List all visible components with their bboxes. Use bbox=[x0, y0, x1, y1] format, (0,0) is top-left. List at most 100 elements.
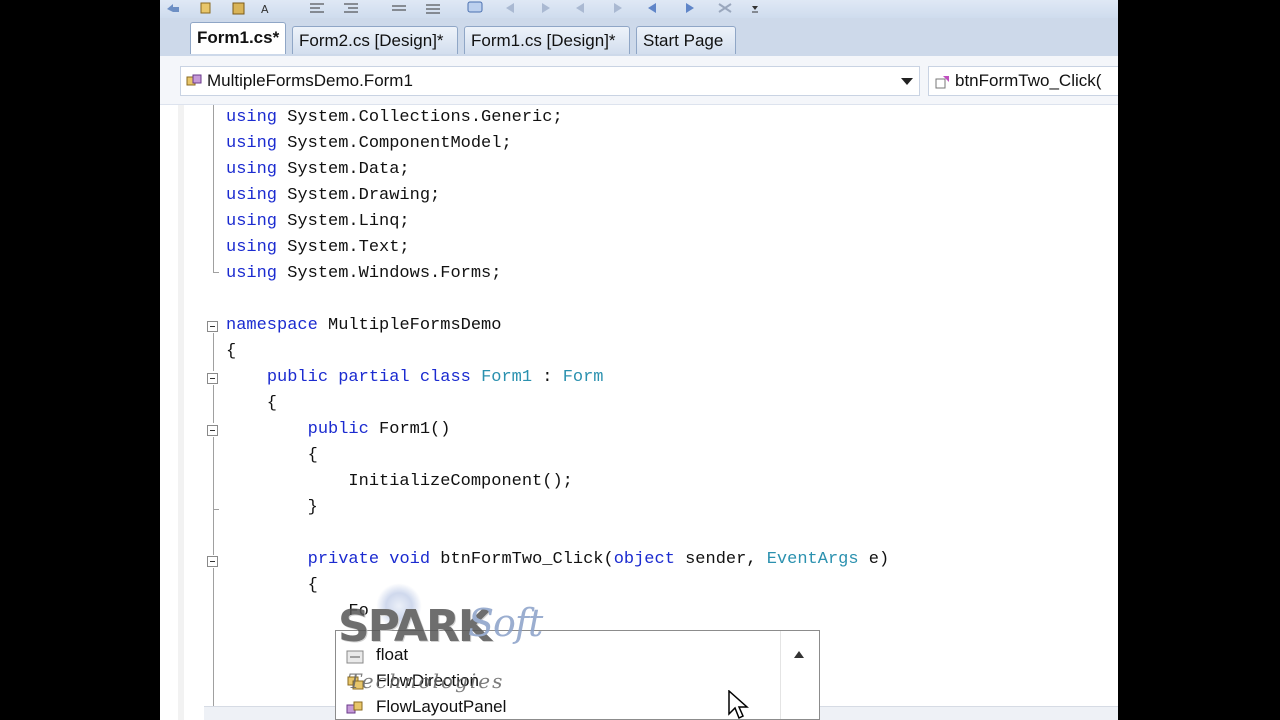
watermark-logo: SPARK Soft Technologies bbox=[338, 583, 543, 705]
comment-icon[interactable] bbox=[390, 1, 408, 15]
code-keyword: using bbox=[226, 238, 278, 257]
code-keyword: using bbox=[226, 134, 278, 153]
collapse-namespace-icon[interactable] bbox=[207, 321, 218, 332]
copy-icon[interactable] bbox=[198, 1, 216, 15]
outline-guide bbox=[213, 437, 214, 509]
code-line[interactable]: using System.Linq; bbox=[226, 209, 410, 235]
code-token: } bbox=[226, 498, 318, 517]
code-line[interactable]: InitializeComponent(); bbox=[226, 469, 573, 495]
tab-label: Form1.cs* bbox=[197, 28, 280, 47]
outline-guide bbox=[213, 509, 214, 555]
toolbar-options-icon[interactable] bbox=[748, 1, 766, 15]
code-editor[interactable]: using System.Collections.Generic; using S… bbox=[160, 105, 1118, 720]
tab-form2-design[interactable]: Form2.cs [Design]* bbox=[292, 26, 458, 54]
collapse-method-icon[interactable] bbox=[207, 556, 218, 567]
undo-icon[interactable] bbox=[164, 1, 182, 15]
collapse-constructor-icon[interactable] bbox=[207, 425, 218, 436]
code-line[interactable]: { bbox=[226, 573, 318, 599]
scroll-up-icon[interactable] bbox=[794, 651, 804, 658]
member-dropdown[interactable]: btnFormTwo_Click( bbox=[928, 66, 1118, 96]
code-token: Form1() bbox=[368, 420, 451, 439]
tab-form1-cs[interactable]: Form1.cs* bbox=[190, 22, 286, 54]
code-line[interactable]: using System.Text; bbox=[226, 235, 410, 261]
prev-file-bookmark-icon[interactable] bbox=[572, 1, 590, 15]
indent-icon[interactable] bbox=[308, 1, 326, 15]
code-line[interactable]: using System.Data; bbox=[226, 157, 410, 183]
code-keyword: public partial class bbox=[266, 368, 471, 387]
tab-label: Form1.cs [Design]* bbox=[471, 31, 616, 50]
code-line[interactable]: namespace MultipleFormsDemo bbox=[226, 313, 501, 339]
code-line[interactable]: { bbox=[226, 443, 318, 469]
toolbar: A bbox=[160, 0, 1118, 19]
code-keyword: using bbox=[226, 186, 278, 205]
code-token: System.Collections.Generic; bbox=[277, 108, 563, 127]
code-keyword: object bbox=[613, 550, 675, 569]
class-icon bbox=[185, 72, 203, 90]
mouse-cursor-icon bbox=[727, 689, 751, 720]
paste-icon[interactable] bbox=[230, 1, 248, 15]
code-token: { bbox=[226, 394, 278, 413]
tab-label: Start Page bbox=[643, 31, 724, 50]
prev-bookmark-icon[interactable] bbox=[502, 1, 520, 15]
outline-guide-end bbox=[213, 272, 219, 273]
next-bookmark-icon[interactable] bbox=[536, 1, 554, 15]
type-dropdown-value: MultipleFormsDemo.Form1 bbox=[207, 71, 413, 90]
code-token: { bbox=[226, 342, 237, 361]
code-line[interactable]: } bbox=[226, 495, 318, 521]
code-keyword: using bbox=[226, 264, 278, 283]
tab-form1-design[interactable]: Form1.cs [Design]* bbox=[464, 26, 630, 54]
collapse-class-icon[interactable] bbox=[207, 373, 218, 384]
code-line[interactable]: using System.Collections.Generic; bbox=[226, 105, 563, 131]
code-line[interactable]: private void btnFormTwo_Click(object sen… bbox=[226, 547, 890, 573]
code-token: InitializeComponent(); bbox=[226, 472, 573, 491]
outline-guide bbox=[213, 385, 214, 423]
tab-label: Form2.cs [Design]* bbox=[299, 31, 444, 50]
code-token: System.Data; bbox=[277, 160, 410, 179]
chevron-down-icon bbox=[901, 78, 913, 85]
method-icon bbox=[933, 72, 951, 90]
code-keyword: using bbox=[226, 160, 278, 179]
code-token: { bbox=[226, 576, 318, 595]
document-tabs: Form1.cs* Form2.cs [Design]* Form1.cs [D… bbox=[160, 18, 1118, 56]
code-token: System.Drawing; bbox=[277, 186, 441, 205]
code-line[interactable]: using System.Windows.Forms; bbox=[226, 261, 501, 287]
code-token: System.ComponentModel; bbox=[277, 134, 512, 153]
next-file-bookmark-icon[interactable] bbox=[608, 1, 626, 15]
font-icon[interactable]: A bbox=[260, 1, 278, 15]
tab-start-page[interactable]: Start Page bbox=[636, 26, 736, 54]
member-dropdown-value: btnFormTwo_Click( bbox=[955, 71, 1102, 90]
bookmark-icon[interactable] bbox=[466, 1, 484, 15]
completion-scrollbar[interactable] bbox=[780, 631, 819, 719]
code-keyword: public bbox=[307, 420, 369, 439]
code-line[interactable]: using System.Drawing; bbox=[226, 183, 440, 209]
outdent-icon[interactable] bbox=[342, 1, 360, 15]
code-line[interactable]: public partial class Form1 : Form bbox=[226, 365, 604, 391]
svg-text:A: A bbox=[261, 3, 269, 15]
code-token: System.Windows.Forms; bbox=[277, 264, 502, 283]
code-token: MultipleFormsDemo bbox=[317, 316, 502, 335]
clear-bookmarks-icon[interactable] bbox=[716, 1, 734, 15]
next-folder-bookmark-icon[interactable] bbox=[680, 1, 698, 15]
prev-folder-bookmark-icon[interactable] bbox=[644, 1, 662, 15]
code-keyword: private void bbox=[307, 550, 431, 569]
code-type: EventArgs bbox=[766, 550, 859, 569]
watermark-soft-text: Soft bbox=[468, 601, 543, 645]
code-type: Form bbox=[562, 368, 604, 387]
code-line[interactable]: using System.ComponentModel; bbox=[226, 131, 512, 157]
type-dropdown[interactable]: MultipleFormsDemo.Form1 bbox=[180, 66, 920, 96]
code-token: e) bbox=[858, 550, 890, 569]
code-token: : bbox=[532, 368, 563, 387]
navigation-bar: MultipleFormsDemo.Form1 btnFormTwo_Click… bbox=[160, 56, 1118, 105]
code-keyword: using bbox=[226, 108, 278, 127]
watermark-sub-text: Technologies bbox=[348, 669, 505, 693]
code-line[interactable]: { bbox=[226, 339, 236, 365]
code-token: System.Text; bbox=[277, 238, 410, 257]
uncomment-icon[interactable] bbox=[424, 1, 442, 15]
code-token: sender, bbox=[674, 550, 767, 569]
code-line[interactable]: { bbox=[226, 391, 277, 417]
code-line[interactable]: public Form1() bbox=[226, 417, 451, 443]
code-keyword: using bbox=[226, 212, 278, 231]
